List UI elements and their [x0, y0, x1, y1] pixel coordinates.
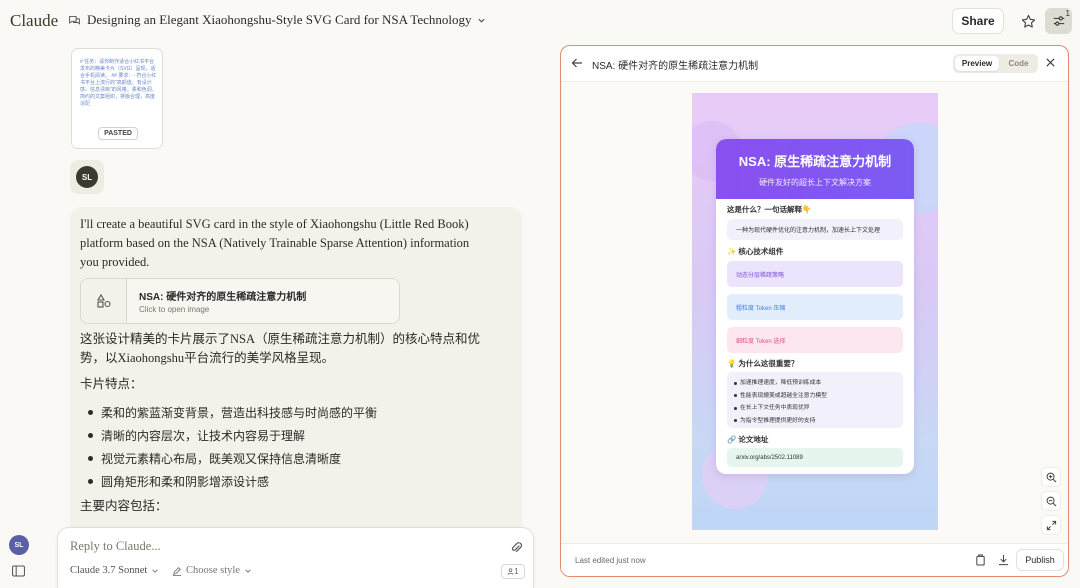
view-toggle: Preview Code: [953, 54, 1038, 73]
list-item-text: 性能表现媲美或超越全注意力模型: [740, 392, 827, 399]
bullet-dot: [88, 410, 93, 415]
pasted-fade: [72, 99, 162, 148]
expand-icon: [1046, 520, 1056, 530]
chat-bubbles-icon: [69, 15, 80, 25]
artifact-icon-box: [81, 279, 127, 323]
list-item: 柔和的紫蓝渐变背景，营造出科技感与时尚感的平衡: [88, 404, 377, 421]
avatar: SL: [76, 166, 98, 188]
expand-button[interactable]: [1041, 515, 1061, 535]
paperclip-icon[interactable]: [510, 540, 522, 554]
features-heading: 卡片特点：: [80, 377, 143, 391]
nsa-card: NSA: 原生稀疏注意力机制 硬件友好的超长上下文解决方案 这是什么？一句话解释…: [716, 139, 914, 474]
person-icon: [507, 568, 514, 575]
list-item: 性能表现媲美或超越全注意力模型: [734, 390, 903, 403]
style-selector[interactable]: Choose style: [172, 565, 252, 576]
copy-icon[interactable]: [975, 554, 986, 566]
card-component-box: 粗粒度 Token 压缩: [727, 294, 903, 320]
card-title: NSA: 原生稀疏注意力机制: [738, 154, 892, 169]
sidebar-user-avatar[interactable]: SL: [9, 535, 29, 555]
composer: Reply to Claude... Claude 3.7 Sonnet Cho…: [57, 527, 534, 588]
pen-icon: [172, 566, 182, 576]
card-why-list: 加速推理速度，降低预训练成本 性能表现媲美或超越全注意力模型 在长上下文任务中表…: [727, 372, 903, 428]
zoom-out-button[interactable]: [1041, 491, 1061, 511]
list-item: 在长上下文任务中表现优异: [734, 402, 903, 415]
attachment-count[interactable]: 1: [501, 564, 525, 579]
shapes-icon: [96, 293, 111, 308]
back-arrow-icon[interactable]: [571, 57, 583, 69]
zoom-in-icon: [1046, 472, 1056, 482]
last-edited-status: Last edited just now: [575, 556, 646, 565]
assistant-summary: 这张设计精美的卡片展示了NSA（原生稀疏注意力机制）的核心特点和优势，以Xiao…: [80, 332, 481, 365]
conversation-title[interactable]: Designing an Elegant Xiaohongshu-Style S…: [68, 12, 486, 28]
share-button[interactable]: Share: [952, 8, 1004, 34]
card-section-heading: 💡 为什么这很重要？: [727, 359, 799, 368]
star-icon[interactable]: [1018, 11, 1038, 31]
card-paper-link: arxiv.org/abs/2502.11089: [727, 448, 903, 467]
content-heading: 主要内容包括：: [80, 499, 168, 513]
list-item-text: 加速推理速度，降低预训练成本: [740, 380, 822, 386]
list-item-text: 视觉元素精心布局，既美观又保持信息清晰度: [101, 452, 342, 466]
list-item: 视觉元素精心布局，既美观又保持信息清晰度: [88, 450, 341, 467]
attachment-count-value: 1: [514, 567, 519, 576]
list-item: 加速推理速度，降低预训练成本: [734, 377, 903, 390]
user-message-avatar: SL: [70, 160, 104, 194]
bullet-dot: [88, 479, 93, 484]
list-item-text: 圆角矩形和柔和阴影增添设计感: [101, 475, 270, 489]
sidebar-toggle-icon[interactable]: [12, 565, 25, 577]
artifact-panel-title: NSA: 硬件对齐的原生稀疏注意力机制: [592, 61, 759, 72]
artifact-panel-footer: Last edited just now Publish: [561, 543, 1068, 576]
app-logo[interactable]: Claude: [10, 11, 58, 31]
tab-preview[interactable]: Preview: [955, 56, 999, 71]
card-component-box: 动态分层稀疏策略: [727, 261, 903, 287]
card-subtitle: 硬件友好的超长上下文解决方案: [759, 178, 871, 187]
list-item-text: 为指令型推理提供更好的支持: [740, 417, 816, 424]
settings-sliders-button[interactable]: 1: [1045, 8, 1072, 34]
assistant-intro: I'll create a beautiful SVG card in the …: [80, 217, 470, 269]
list-item: 圆角矩形和柔和阴影增添设计感: [88, 473, 269, 490]
card-section-heading: 这是什么？一句话解释👇: [727, 205, 812, 214]
top-bar: Claude Designing an Elegant Xiaohongshu-…: [0, 0, 1080, 42]
model-label: Claude 3.7 Sonnet: [70, 565, 148, 576]
download-icon[interactable]: [998, 554, 1009, 566]
bullet-dot: [88, 456, 93, 461]
card-definition-box: 一种为现代硬件优化的注意力机制，加速长上下文处理: [727, 219, 903, 240]
artifact-card[interactable]: NSA: 硬件对齐的原生稀疏注意力机制 Click to open image: [80, 278, 400, 324]
artifact-panel-header: NSA: 硬件对齐的原生稀疏注意力机制 Preview Code: [561, 46, 1068, 82]
artifact-panel: NSA: 硬件对齐的原生稀疏注意力机制 Preview Code NSA: 原生…: [560, 45, 1069, 577]
card-section-heading: ✨ 核心技术组件: [727, 247, 784, 256]
chevron-down-icon: [245, 568, 251, 573]
tab-code[interactable]: Code: [1001, 56, 1036, 71]
list-item-text: 清晰的内容层次，让技术内容易于理解: [101, 429, 306, 443]
sliders-icon: [1053, 16, 1064, 26]
list-item: 清晰的内容层次，让技术内容易于理解: [88, 427, 305, 444]
list-item-text: 在长上下文任务中表现优异: [740, 405, 810, 411]
chevron-down-icon: [478, 18, 486, 23]
list-item-text: 柔和的紫蓝渐变背景，营造出科技感与时尚感的平衡: [101, 406, 378, 420]
artifact-preview-area: NSA: 原生稀疏注意力机制 硬件友好的超长上下文解决方案 这是什么？一句话解释…: [561, 83, 1068, 543]
artifact-card-subtitle: Click to open image: [139, 305, 210, 314]
close-icon[interactable]: [1045, 57, 1056, 68]
card-section-heading: 🔗 论文地址: [727, 435, 769, 444]
assistant-message: I'll create a beautiful SVG card in the …: [70, 207, 522, 537]
list-item: 为指令型推理提供更好的支持: [734, 415, 903, 428]
artifact-card-title: NSA: 硬件对齐的原生稀疏注意力机制: [139, 292, 307, 303]
chevron-down-icon: [152, 568, 159, 573]
conversation-title-text: Designing an Elegant Xiaohongshu-Style S…: [87, 12, 472, 27]
settings-badge: 1: [1065, 9, 1070, 18]
zoom-out-icon: [1046, 496, 1056, 506]
pasted-attachment[interactable]: # 任务：请你制作适合小红书平台发布的精美卡片（SVG）呈现，适合手机阅读。 #…: [71, 48, 163, 149]
style-label: Choose style: [186, 565, 240, 576]
svg-card-poster: NSA: 原生稀疏注意力机制 硬件友好的超长上下文解决方案 这是什么？一句话解释…: [692, 93, 938, 530]
card-component-box: 细粒度 Token 选择: [727, 327, 903, 353]
model-selector[interactable]: Claude 3.7 Sonnet: [70, 565, 159, 576]
pasted-tag: PASTED: [98, 127, 138, 140]
publish-button[interactable]: Publish: [1016, 549, 1064, 571]
card-header: NSA: 原生稀疏注意力机制 硬件友好的超长上下文解决方案: [716, 139, 914, 199]
bullet-dot: [88, 433, 93, 438]
zoom-in-button[interactable]: [1041, 467, 1061, 487]
reply-input[interactable]: Reply to Claude...: [70, 539, 161, 554]
